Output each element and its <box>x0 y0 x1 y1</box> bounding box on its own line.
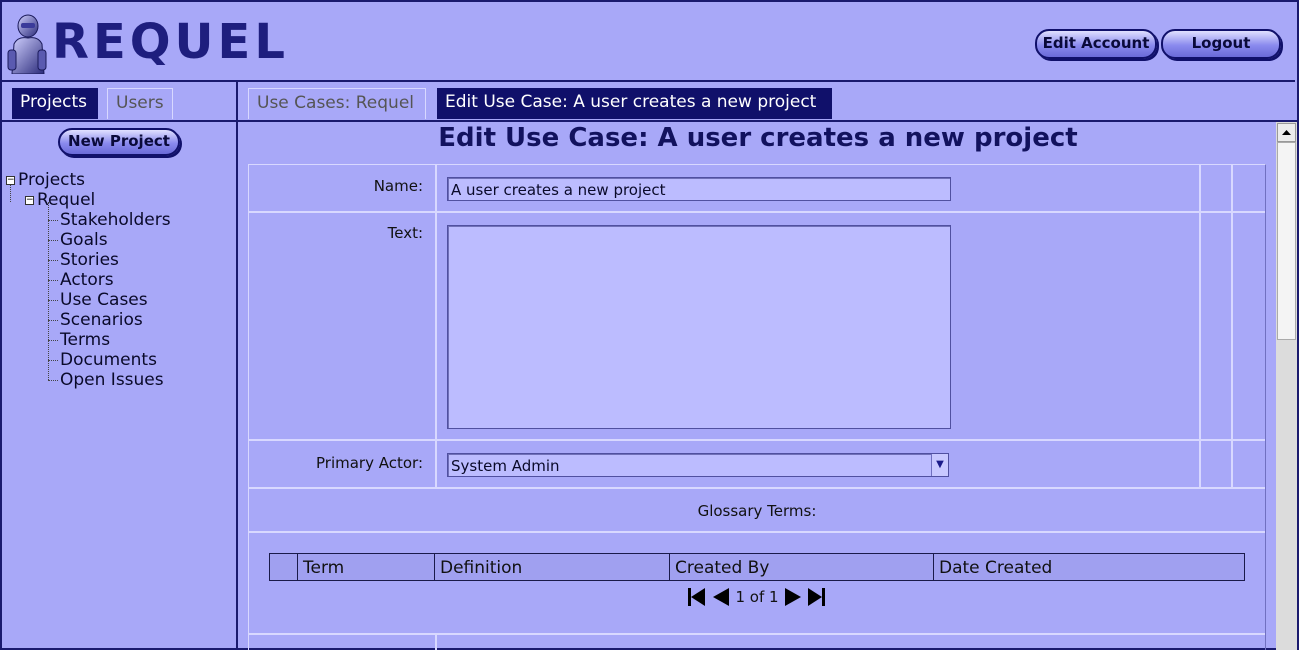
primary-actor-value: System Admin <box>451 457 560 475</box>
tree-item-goals[interactable]: Goals <box>6 230 171 250</box>
glossary-table: Term Definition Created By Date Created <box>269 553 1245 581</box>
sidebar: New Project − Projects − Requel Stakeholde… <box>0 122 236 650</box>
collapse-icon[interactable]: − <box>6 175 15 185</box>
next-page-icon[interactable] <box>785 587 803 606</box>
logo-text: REQUEL <box>52 14 289 70</box>
arrow-up-icon <box>1282 130 1291 135</box>
tree-connector <box>48 299 58 301</box>
tree-node-requel[interactable]: − Requel <box>6 190 171 210</box>
logo: REQUEL <box>4 14 294 74</box>
label-cell <box>249 635 437 650</box>
collapse-icon[interactable]: − <box>25 195 34 205</box>
primary-actor-select[interactable]: System Admin ▼ <box>447 453 949 477</box>
logout-button[interactable]: Logout <box>1161 29 1281 59</box>
tree-connector <box>48 279 58 281</box>
column-header-created-by[interactable]: Created By <box>669 554 934 580</box>
primary-actor-row: Primary Actor: System Admin ▼ <box>249 441 1265 489</box>
previous-page-icon[interactable] <box>711 587 729 606</box>
scroll-thumb[interactable] <box>1277 142 1296 340</box>
column-divider <box>1199 213 1201 439</box>
page-indicator: 1 of 1 <box>735 587 779 606</box>
tree-connector <box>48 239 58 241</box>
column-divider <box>1231 441 1233 487</box>
pager: 1 of 1 <box>249 587 1265 606</box>
label-cell: Primary Actor: <box>249 441 437 487</box>
tree-item-terms[interactable]: Terms <box>6 330 171 350</box>
name-row: Name: A user creates a new project <box>249 165 1265 213</box>
tab-users[interactable]: Users <box>107 88 173 119</box>
tree-connector <box>48 379 58 381</box>
main-content: Edit Use Case: A user creates a new proj… <box>238 122 1299 650</box>
tree-item-scenarios[interactable]: Scenarios <box>6 310 171 330</box>
glossary-table-row: Term Definition Created By Date Created … <box>249 533 1265 635</box>
label-cell: Text: <box>249 213 437 439</box>
glossary-terms-label: Glossary Terms: <box>697 502 817 520</box>
scroll-up-button[interactable] <box>1277 123 1296 142</box>
next-form-row <box>249 635 1265 650</box>
tree-node-projects[interactable]: − Projects <box>6 170 171 190</box>
edit-account-button[interactable]: Edit Account <box>1035 29 1157 59</box>
column-divider <box>1231 213 1233 439</box>
text-row: Text: <box>249 213 1265 441</box>
column-divider <box>1231 165 1233 211</box>
tree-connector <box>48 259 58 261</box>
column-header-term[interactable]: Term <box>297 554 435 580</box>
primary-actor-label: Primary Actor: <box>316 454 423 472</box>
last-page-icon[interactable] <box>808 587 826 606</box>
column-header-definition[interactable]: Definition <box>434 554 670 580</box>
new-project-button[interactable]: New Project <box>58 128 180 156</box>
tree-connector <box>48 339 58 341</box>
select-column-header[interactable] <box>270 554 298 580</box>
tab-edit-use-case[interactable]: Edit Use Case: A user creates a new proj… <box>437 88 832 119</box>
name-input[interactable]: A user creates a new project <box>447 177 951 201</box>
content-tab-bar: Use Cases: Requel Edit Use Case: A user … <box>238 82 1299 122</box>
tree-connector <box>48 219 58 221</box>
first-page-icon[interactable] <box>687 587 706 606</box>
column-divider <box>1199 165 1201 211</box>
name-label: Name: <box>373 177 423 195</box>
vertical-scrollbar[interactable] <box>1276 122 1297 650</box>
header: REQUEL Edit Account Logout <box>0 0 1295 82</box>
tree-item-open-issues[interactable]: Open Issues <box>6 370 171 390</box>
tree-connector <box>48 359 58 361</box>
glossary-section: Term Definition Created By Date Created … <box>249 553 1265 633</box>
tree-item-use-cases[interactable]: Use Cases <box>6 290 171 310</box>
text-label: Text: <box>387 224 423 242</box>
tree-item-documents[interactable]: Documents <box>6 350 171 370</box>
robot-logo-icon <box>7 14 47 74</box>
chevron-down-icon[interactable]: ▼ <box>931 454 948 476</box>
column-divider <box>1199 441 1201 487</box>
label-cell: Name: <box>249 165 437 211</box>
tab-projects[interactable]: Projects <box>12 88 98 119</box>
tree-connector <box>48 319 58 321</box>
page-title: Edit Use Case: A user creates a new proj… <box>438 123 1078 153</box>
use-case-form: Name: A user creates a new project Text:… <box>248 164 1266 650</box>
left-tab-bar: Projects Users <box>0 82 236 122</box>
text-area[interactable] <box>447 225 951 429</box>
tab-use-cases-requel[interactable]: Use Cases: Requel <box>248 88 426 119</box>
tree-item-stakeholders[interactable]: Stakeholders <box>6 210 171 230</box>
tree-item-actors[interactable]: Actors <box>6 270 171 290</box>
column-header-date-created[interactable]: Date Created <box>933 554 1243 580</box>
project-tree: − Projects − Requel Stakeholders Goals Sto… <box>6 170 171 390</box>
glossary-label-row: Glossary Terms: <box>249 489 1265 533</box>
tree-item-stories[interactable]: Stories <box>6 250 171 270</box>
